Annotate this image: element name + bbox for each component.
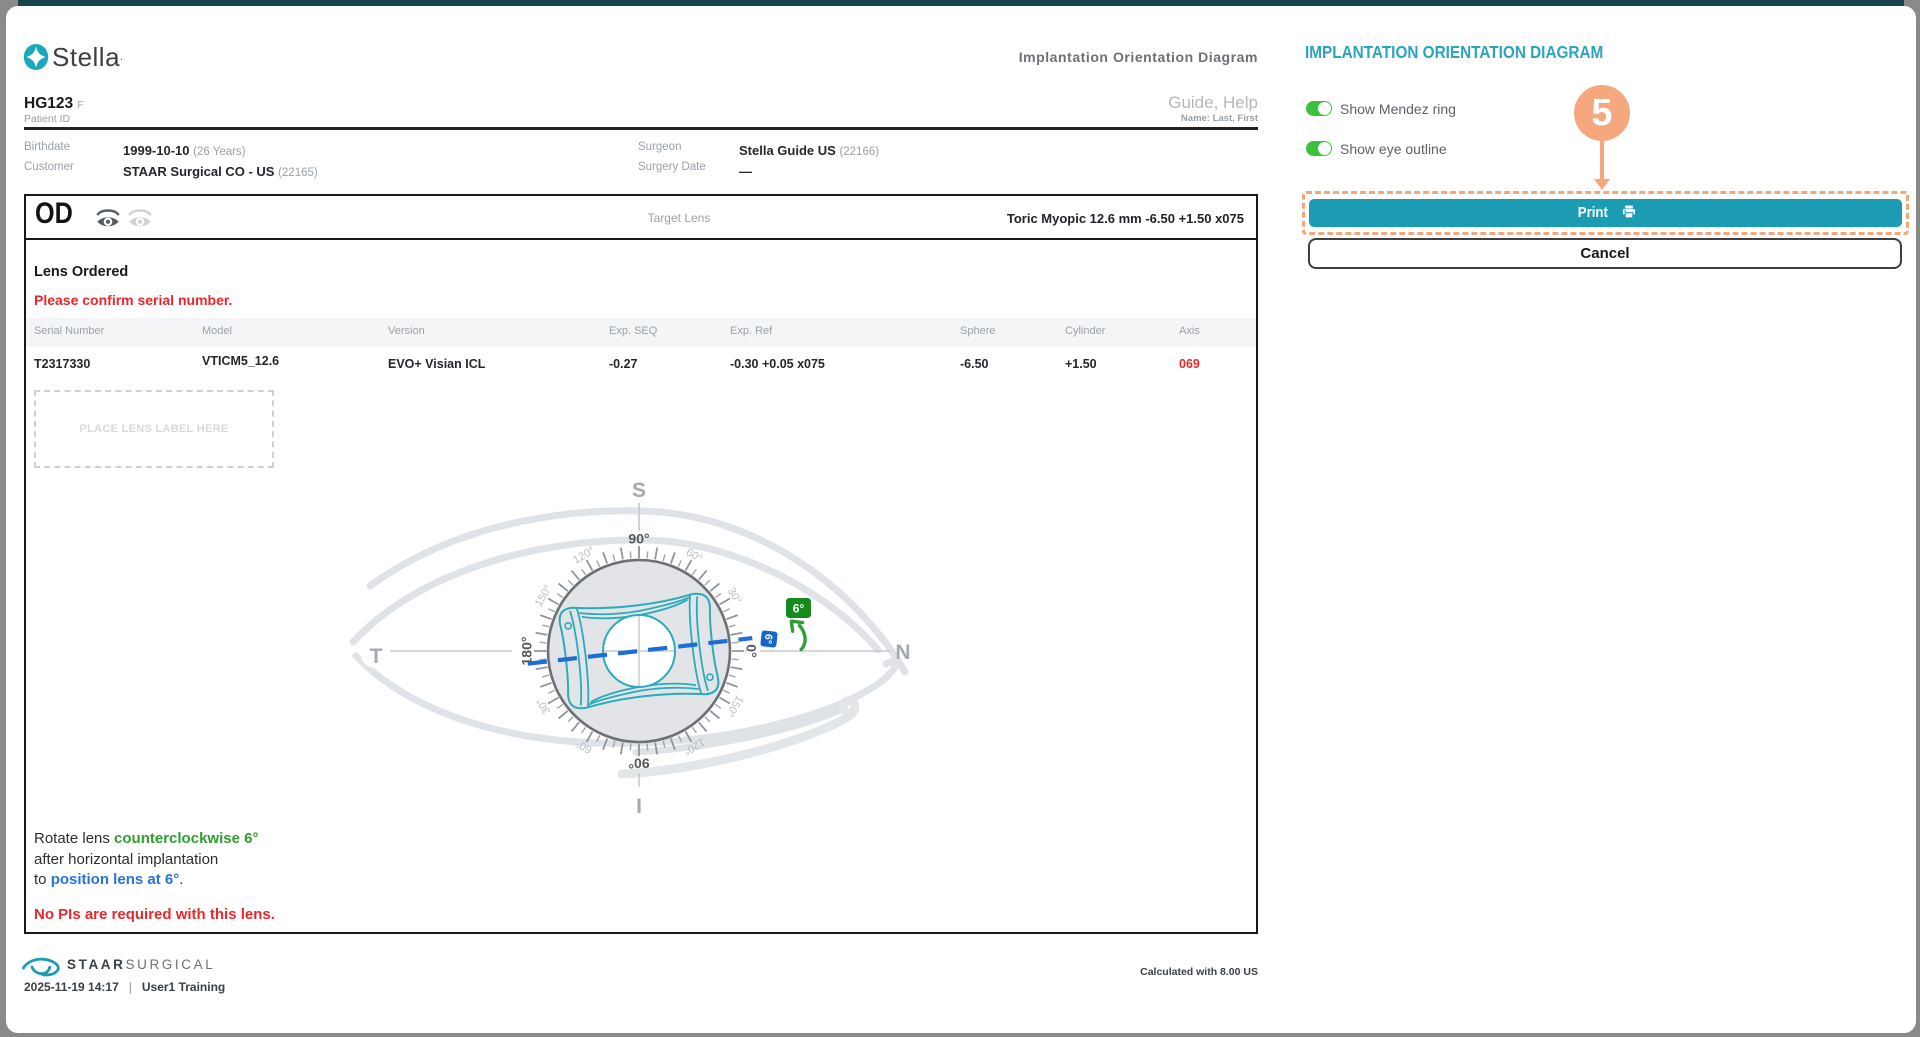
svg-text:S: S <box>632 479 646 502</box>
svg-text:90°: 90° <box>628 756 649 772</box>
svg-text:120°: 120° <box>571 545 597 567</box>
svg-text:150°: 150° <box>723 693 745 719</box>
svg-text:I: I <box>636 795 642 818</box>
svg-text:6°: 6° <box>793 602 805 616</box>
svg-text:30°: 30° <box>725 586 744 606</box>
svg-text:N: N <box>895 641 910 664</box>
svg-text:0°: 0° <box>744 644 760 657</box>
svg-text:90°: 90° <box>628 531 649 547</box>
svg-text:6°: 6° <box>762 633 775 644</box>
svg-text:150°: 150° <box>533 583 555 609</box>
svg-text:T: T <box>370 645 383 668</box>
svg-text:30°: 30° <box>534 696 553 716</box>
